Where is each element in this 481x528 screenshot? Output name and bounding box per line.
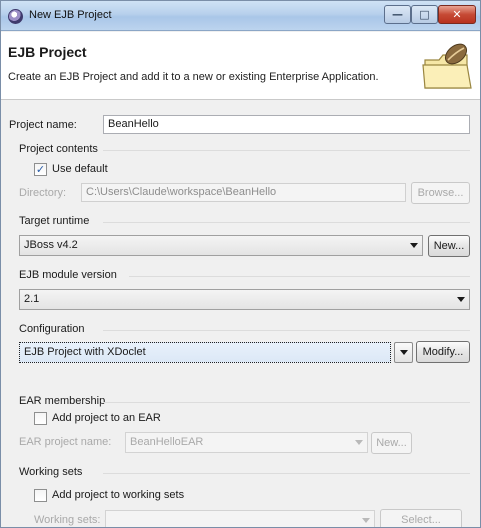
- ejb-module-version-heading: EJB module version: [19, 269, 117, 281]
- minimize-icon: —: [392, 8, 403, 21]
- project-name-input[interactable]: BeanHello: [103, 115, 470, 134]
- close-icon: ✕: [452, 8, 462, 21]
- dropdown-arrow-icon: [457, 297, 465, 302]
- new-ear-button[interactable]: New...: [371, 432, 412, 454]
- banner-title: EJB Project: [8, 44, 87, 60]
- configuration-dropdown-button[interactable]: [394, 342, 413, 363]
- close-button[interactable]: ✕: [438, 5, 476, 24]
- ear-membership-divider: [103, 402, 470, 403]
- dropdown-arrow-icon: [355, 440, 363, 445]
- minimize-button[interactable]: —: [384, 5, 411, 24]
- add-to-ear-checkbox[interactable]: [34, 412, 47, 425]
- ear-project-name-label: EAR project name:: [19, 436, 112, 448]
- working-sets-label: Working sets:: [34, 514, 101, 526]
- new-ejb-project-dialog: New EJB Project — □ ✕ EJB Project Create…: [0, 0, 481, 528]
- browse-button[interactable]: Browse...: [411, 182, 470, 204]
- eclipse-icon: [8, 9, 23, 24]
- new-runtime-button[interactable]: New...: [428, 235, 470, 257]
- ejb-module-version-divider: [129, 276, 470, 277]
- select-working-sets-button[interactable]: Select...: [380, 509, 462, 527]
- ear-membership-heading: EAR membership: [19, 395, 106, 407]
- ear-project-name-select[interactable]: BeanHelloEAR: [125, 432, 368, 453]
- title-bar: New EJB Project — □ ✕: [1, 1, 480, 31]
- target-runtime-value: JBoss v4.2: [24, 239, 78, 251]
- wizard-banner: EJB Project Create an EJB Project and ad…: [1, 32, 480, 100]
- configuration-divider: [103, 330, 470, 331]
- window-title: New EJB Project: [29, 9, 112, 21]
- banner-description: Create an EJB Project and add it to a ne…: [8, 71, 379, 83]
- add-to-ear-label: Add project to an EAR: [52, 412, 161, 424]
- target-runtime-select[interactable]: JBoss v4.2: [19, 235, 423, 256]
- working-sets-heading: Working sets: [19, 466, 83, 478]
- configuration-value: EJB Project with XDoclet: [24, 346, 146, 358]
- project-contents-divider: [103, 150, 470, 151]
- maximize-button[interactable]: □: [411, 5, 438, 24]
- ear-project-name-value: BeanHelloEAR: [130, 436, 204, 448]
- ejb-module-version-value: 2.1: [24, 293, 40, 305]
- target-runtime-divider: [103, 222, 470, 223]
- use-default-label: Use default: [52, 163, 108, 175]
- dropdown-arrow-icon: [362, 518, 370, 523]
- directory-label: Directory:: [19, 187, 67, 199]
- ejb-module-version-select[interactable]: 2.1: [19, 289, 470, 310]
- working-sets-select[interactable]: [105, 510, 375, 527]
- add-to-working-sets-label: Add project to working sets: [52, 489, 185, 501]
- ejb-wizard-icon: [422, 43, 472, 89]
- target-runtime-heading: Target runtime: [19, 215, 90, 227]
- directory-input[interactable]: C:\Users\Claude\workspace\BeanHello: [81, 183, 406, 202]
- configuration-heading: Configuration: [19, 323, 85, 335]
- project-name-label: Project name:: [9, 119, 77, 131]
- dropdown-arrow-icon: [400, 350, 408, 355]
- modify-button[interactable]: Modify...: [416, 341, 470, 363]
- working-sets-divider: [103, 473, 470, 474]
- checkmark-icon: ✓: [35, 163, 46, 176]
- use-default-checkbox[interactable]: ✓: [34, 163, 47, 176]
- project-contents-heading: Project contents: [19, 143, 98, 155]
- maximize-icon: □: [419, 8, 430, 21]
- configuration-select[interactable]: EJB Project with XDoclet: [19, 342, 391, 363]
- add-to-working-sets-checkbox[interactable]: [34, 489, 47, 502]
- dropdown-arrow-icon: [410, 243, 418, 248]
